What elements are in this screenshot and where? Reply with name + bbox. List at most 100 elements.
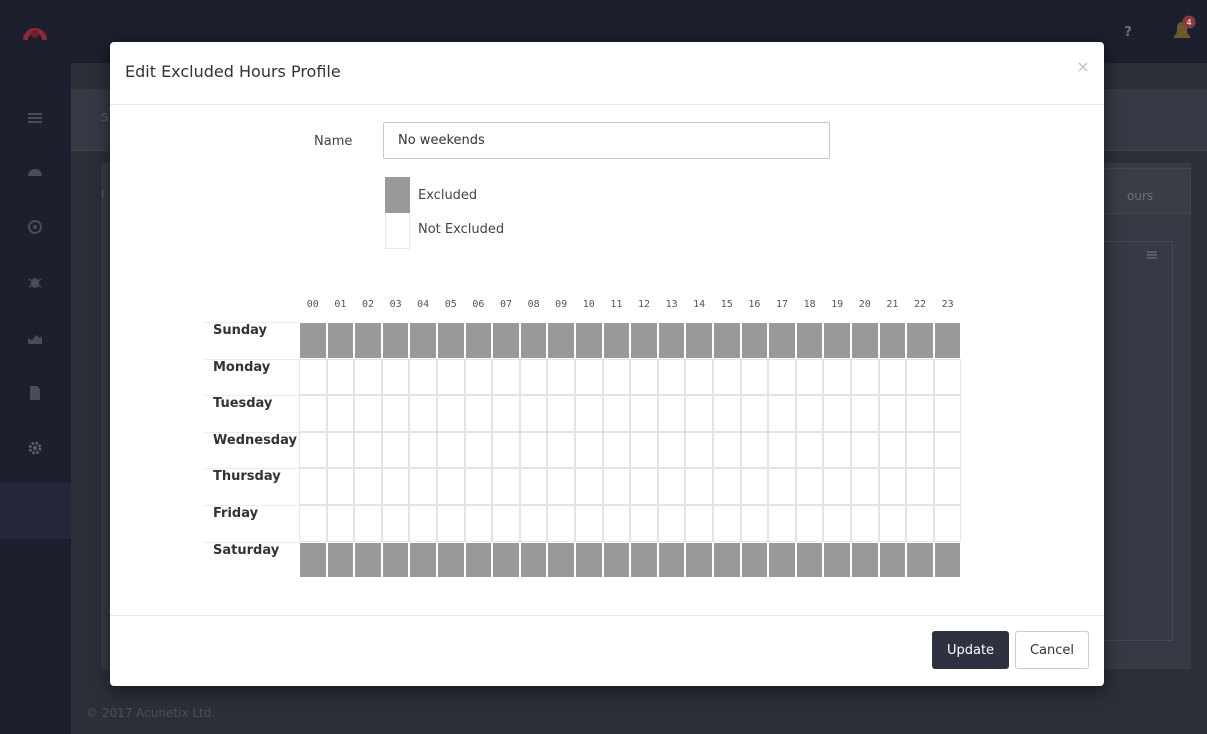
hour-cell[interactable] bbox=[878, 541, 907, 579]
hour-cell[interactable] bbox=[381, 358, 410, 396]
hour-cell[interactable] bbox=[464, 358, 493, 396]
hour-cell[interactable] bbox=[685, 505, 713, 542]
hour-cell[interactable] bbox=[547, 505, 575, 542]
hour-cell[interactable] bbox=[464, 468, 493, 505]
hour-cell[interactable] bbox=[823, 358, 851, 396]
sidebar-item-target-icon[interactable] bbox=[22, 214, 48, 240]
hour-cell[interactable] bbox=[740, 468, 769, 505]
hour-cell[interactable] bbox=[795, 395, 824, 432]
hour-cell[interactable] bbox=[630, 322, 658, 359]
hour-cell[interactable] bbox=[381, 431, 410, 469]
hour-cell[interactable] bbox=[299, 395, 327, 432]
hour-cell[interactable] bbox=[657, 505, 686, 542]
hour-cell[interactable] bbox=[575, 541, 603, 579]
hour-cell[interactable] bbox=[878, 431, 907, 469]
hour-cell[interactable] bbox=[409, 358, 437, 396]
hour-cell[interactable] bbox=[602, 322, 631, 359]
hour-cell[interactable] bbox=[878, 505, 907, 542]
hour-cell[interactable] bbox=[823, 468, 851, 505]
hour-cell[interactable] bbox=[381, 468, 410, 505]
hour-cell[interactable] bbox=[326, 395, 355, 432]
hour-cell[interactable] bbox=[795, 541, 824, 579]
hour-cell[interactable] bbox=[519, 322, 548, 359]
hour-cell[interactable] bbox=[878, 395, 907, 432]
hour-cell[interactable] bbox=[878, 358, 907, 396]
hour-cell[interactable] bbox=[409, 431, 437, 469]
sidebar-item-trends-chart-icon[interactable] bbox=[22, 325, 48, 351]
hour-cell[interactable] bbox=[630, 358, 658, 396]
hour-cell[interactable] bbox=[492, 431, 520, 469]
hour-cell[interactable] bbox=[437, 505, 465, 542]
hour-cell[interactable] bbox=[933, 431, 962, 469]
hour-cell[interactable] bbox=[795, 505, 824, 542]
hour-cell[interactable] bbox=[657, 468, 686, 505]
hour-cell[interactable] bbox=[547, 358, 575, 396]
hour-cell[interactable] bbox=[906, 431, 934, 469]
hour-cell[interactable] bbox=[575, 395, 603, 432]
hour-cell[interactable] bbox=[299, 431, 327, 469]
hour-cell[interactable] bbox=[851, 431, 879, 469]
hour-cell[interactable] bbox=[740, 541, 769, 579]
hour-cell[interactable] bbox=[823, 505, 851, 542]
hour-cell[interactable] bbox=[685, 395, 713, 432]
close-icon[interactable]: × bbox=[1076, 59, 1090, 75]
hour-cell[interactable] bbox=[464, 541, 493, 579]
hour-cell[interactable] bbox=[437, 358, 465, 396]
hour-cell[interactable] bbox=[519, 395, 548, 432]
hour-cell[interactable] bbox=[713, 431, 741, 469]
hour-cell[interactable] bbox=[823, 541, 851, 579]
hour-cell[interactable] bbox=[823, 395, 851, 432]
hour-cell[interactable] bbox=[768, 468, 796, 505]
hour-cell[interactable] bbox=[326, 322, 355, 359]
hour-cell[interactable] bbox=[657, 358, 686, 396]
help-icon[interactable]: ? bbox=[1117, 22, 1139, 44]
hour-cell[interactable] bbox=[299, 322, 327, 359]
hour-cell[interactable] bbox=[575, 468, 603, 505]
hour-cell[interactable] bbox=[795, 431, 824, 469]
hour-cell[interactable] bbox=[685, 468, 713, 505]
hour-cell[interactable] bbox=[657, 395, 686, 432]
sidebar-item-list-icon[interactable] bbox=[22, 105, 48, 131]
hour-cell[interactable] bbox=[381, 322, 410, 359]
hour-cell[interactable] bbox=[409, 322, 437, 359]
hour-cell[interactable] bbox=[906, 322, 934, 359]
hour-cell[interactable] bbox=[326, 505, 355, 542]
update-button[interactable]: Update bbox=[932, 631, 1009, 669]
hour-cell[interactable] bbox=[409, 468, 437, 505]
hour-cell[interactable] bbox=[933, 322, 962, 359]
hour-cell[interactable] bbox=[933, 468, 962, 505]
hour-cell[interactable] bbox=[354, 322, 382, 359]
hour-cell[interactable] bbox=[851, 322, 879, 359]
hour-cell[interactable] bbox=[519, 541, 548, 579]
hour-cell[interactable] bbox=[409, 395, 437, 432]
hour-cell[interactable] bbox=[630, 541, 658, 579]
acunetix-logo-icon[interactable] bbox=[19, 14, 51, 46]
hour-cell[interactable] bbox=[409, 541, 437, 579]
hour-cell[interactable] bbox=[492, 541, 520, 579]
hour-cell[interactable] bbox=[492, 395, 520, 432]
hour-cell[interactable] bbox=[354, 395, 382, 432]
hour-cell[interactable] bbox=[740, 358, 769, 396]
hour-cell[interactable] bbox=[602, 468, 631, 505]
hour-cell[interactable] bbox=[602, 541, 631, 579]
hour-cell[interactable] bbox=[768, 541, 796, 579]
hour-cell[interactable] bbox=[630, 431, 658, 469]
hour-cell[interactable] bbox=[464, 322, 493, 359]
hour-cell[interactable] bbox=[630, 395, 658, 432]
hour-cell[interactable] bbox=[878, 322, 907, 359]
hour-cell[interactable] bbox=[768, 505, 796, 542]
hour-cell[interactable] bbox=[464, 395, 493, 432]
hour-cell[interactable] bbox=[492, 505, 520, 542]
hour-cell[interactable] bbox=[602, 395, 631, 432]
hour-cell[interactable] bbox=[906, 505, 934, 542]
hour-cell[interactable] bbox=[575, 322, 603, 359]
hour-cell[interactable] bbox=[437, 468, 465, 505]
hour-cell[interactable] bbox=[823, 431, 851, 469]
hour-cell[interactable] bbox=[630, 468, 658, 505]
profile-name-input[interactable] bbox=[383, 122, 830, 159]
hour-cell[interactable] bbox=[575, 358, 603, 396]
notifications-bell-icon[interactable]: 4 bbox=[1168, 14, 1198, 44]
hour-cell[interactable] bbox=[354, 468, 382, 505]
hour-cell[interactable] bbox=[740, 322, 769, 359]
hour-cell[interactable] bbox=[657, 541, 686, 579]
